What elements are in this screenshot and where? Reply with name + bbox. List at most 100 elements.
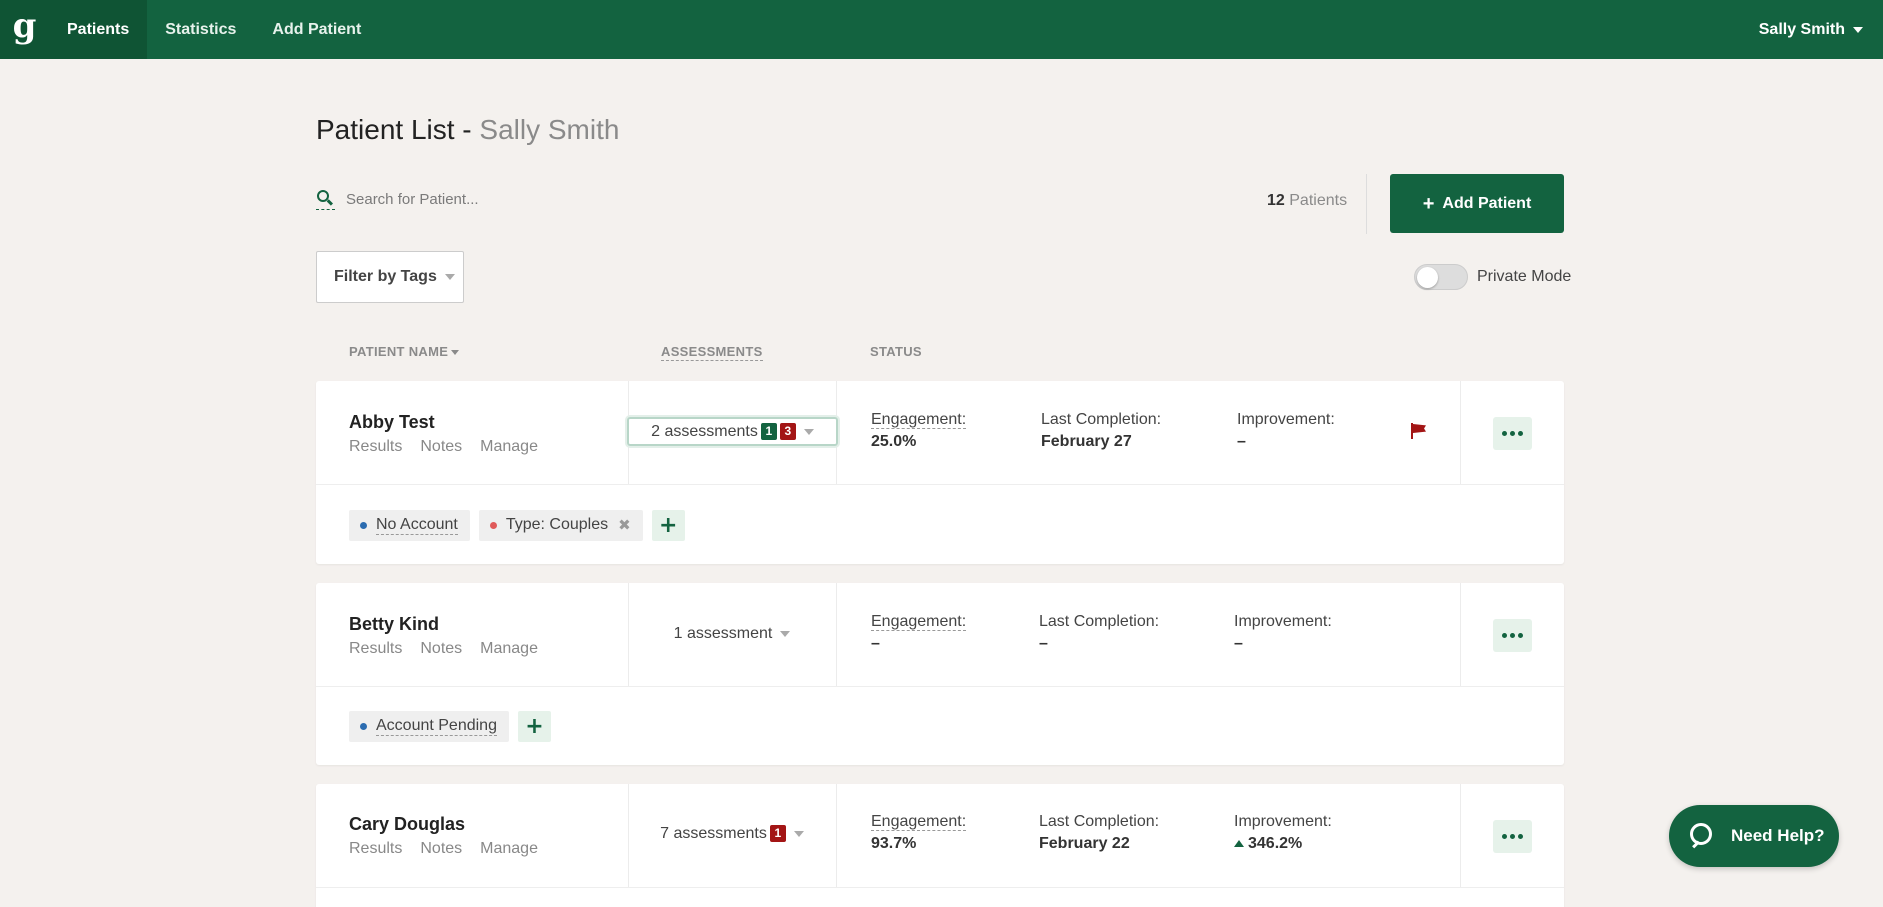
- add-tag-button[interactable]: +: [651, 509, 685, 541]
- sort-caret-icon: [451, 350, 460, 356]
- search-input[interactable]: [346, 190, 646, 208]
- private-mode-toggle[interactable]: [1414, 264, 1468, 290]
- improvement-value: 346.2%: [1234, 835, 1332, 853]
- patient-search: [316, 188, 646, 210]
- more-options-button[interactable]: [1493, 619, 1532, 652]
- nav-tab-patients[interactable]: Patients: [49, 0, 148, 59]
- patient-name[interactable]: Abby Test: [349, 412, 435, 433]
- arrow-up-icon: [1234, 840, 1244, 847]
- search-icon: [316, 188, 335, 210]
- patient-tags: No Account Type: Couples ✖ +: [316, 485, 1564, 565]
- engagement-stat: Engagement: 25.0%: [871, 411, 967, 451]
- engagement-stat: Engagement: 93.7%: [871, 813, 967, 853]
- private-mode-label: Private Mode: [1477, 268, 1572, 285]
- column-header-patient-name[interactable]: PATIENT NAME: [349, 344, 460, 359]
- remove-tag-icon[interactable]: ✖: [618, 516, 631, 534]
- manage-link[interactable]: Manage: [480, 640, 538, 658]
- engagement-label: Engagement:: [871, 813, 967, 831]
- last-completion-stat: Last Completion: –: [1039, 613, 1159, 653]
- last-completion-value: –: [1039, 635, 1048, 652]
- assessments-dropdown[interactable]: 1 assessment: [628, 619, 836, 648]
- patient-tags: Account Pending +: [316, 687, 1564, 765]
- patient-row: Abby Test Results Notes Manage 2 assessm…: [316, 381, 1564, 485]
- notes-link[interactable]: Notes: [420, 640, 462, 658]
- tag[interactable]: No Account: [349, 509, 470, 541]
- last-completion-label: Last Completion:: [1039, 813, 1160, 830]
- help-search-icon: [1689, 822, 1717, 850]
- user-menu[interactable]: Sally Smith: [1759, 0, 1863, 59]
- engagement-value: –: [871, 635, 880, 652]
- add-tag-button[interactable]: +: [517, 710, 551, 742]
- results-link[interactable]: Results: [349, 438, 402, 456]
- improvement-label: Improvement:: [1234, 813, 1332, 830]
- flag-icon[interactable]: [1411, 423, 1427, 439]
- assessments-count: 2 assessments: [651, 422, 758, 440]
- assessments-badge-green: 1: [760, 423, 777, 440]
- column-header-status: STATUS: [870, 344, 922, 359]
- last-completion-value: February 22: [1039, 835, 1130, 852]
- chevron-down-icon: [444, 274, 455, 280]
- chevron-down-icon: [780, 630, 791, 637]
- chevron-down-icon: [1853, 26, 1863, 33]
- patient-links: Results Notes Manage: [349, 840, 538, 858]
- patient-links: Results Notes Manage: [349, 438, 538, 456]
- more-options-button[interactable]: [1493, 417, 1532, 450]
- need-help-label: Need Help?: [1731, 826, 1825, 845]
- improvement-label: Improvement:: [1234, 613, 1332, 630]
- tag[interactable]: Account Pending: [349, 710, 509, 742]
- results-link[interactable]: Results: [349, 640, 402, 658]
- patient-name[interactable]: Cary Douglas: [349, 814, 465, 835]
- top-nav: g Patients Statistics Add Patient Sally …: [0, 0, 1883, 59]
- tag[interactable]: Type: Couples ✖: [478, 509, 643, 541]
- patient-links: Results Notes Manage: [349, 640, 538, 658]
- assessments-dropdown[interactable]: 7 assessments 1: [628, 819, 836, 848]
- filter-by-tags-dropdown[interactable]: Filter by Tags: [316, 251, 464, 303]
- engagement-value: 25.0%: [871, 433, 917, 450]
- last-completion-label: Last Completion:: [1041, 411, 1162, 428]
- divider: [1366, 174, 1367, 234]
- column-header-patient-name-label: PATIENT NAME: [349, 344, 449, 359]
- improvement-stat: Improvement: 346.2%: [1234, 813, 1332, 853]
- improvement-stat: Improvement: –: [1234, 613, 1332, 653]
- engagement-value: 93.7%: [871, 835, 917, 852]
- patient-row: Betty Kind Results Notes Manage 1 assess…: [316, 583, 1564, 687]
- tag-dot: [489, 521, 497, 529]
- last-completion-label: Last Completion:: [1039, 613, 1160, 630]
- assessments-count: 7 assessments: [660, 824, 767, 842]
- manage-link[interactable]: Manage: [480, 840, 538, 858]
- add-patient-label: Add Patient: [1442, 194, 1532, 212]
- plus-icon: +: [1422, 192, 1435, 215]
- user-name: Sally Smith: [1758, 20, 1845, 38]
- assessments-dropdown[interactable]: 2 assessments 1 3: [627, 417, 838, 446]
- tag-label: Type: Couples: [505, 516, 609, 533]
- page-title-text: Patient List -: [316, 114, 480, 145]
- notes-link[interactable]: Notes: [420, 840, 462, 858]
- tag-dot: [360, 521, 367, 529]
- filter-label: Filter by Tags: [334, 268, 437, 285]
- page-title: Patient List - Sally Smith: [316, 114, 619, 146]
- app-logo[interactable]: g: [0, 0, 49, 59]
- patient-name[interactable]: Betty Kind: [349, 614, 439, 635]
- patient-card: Betty Kind Results Notes Manage 1 assess…: [316, 583, 1564, 765]
- notes-link[interactable]: Notes: [420, 438, 462, 456]
- column-header-assessments[interactable]: ASSESSMENTS: [661, 344, 763, 361]
- results-link[interactable]: Results: [349, 840, 402, 858]
- engagement-label: Engagement:: [871, 613, 967, 631]
- improvement-number: 346.2%: [1248, 835, 1303, 852]
- patient-count: 12 Patients: [1267, 192, 1347, 210]
- tag-label: Account Pending: [376, 716, 497, 736]
- improvement-stat: Improvement: –: [1237, 411, 1335, 451]
- chevron-down-icon: [793, 830, 804, 837]
- patient-row: Cary Douglas Results Notes Manage 7 asse…: [316, 784, 1564, 888]
- toggle-knob: [1417, 267, 1438, 288]
- need-help-button[interactable]: Need Help?: [1669, 805, 1839, 867]
- assessments-count: 1 assessment: [673, 624, 773, 642]
- improvement-value: –: [1237, 433, 1246, 450]
- patient-count-number: 12: [1267, 192, 1285, 209]
- nav-tab-add-patient[interactable]: Add Patient: [254, 0, 379, 59]
- more-options-button[interactable]: [1493, 820, 1532, 853]
- add-patient-button[interactable]: + Add Patient: [1390, 174, 1564, 233]
- manage-link[interactable]: Manage: [480, 438, 538, 456]
- nav-tab-statistics[interactable]: Statistics: [147, 0, 254, 59]
- engagement-label: Engagement:: [871, 411, 967, 429]
